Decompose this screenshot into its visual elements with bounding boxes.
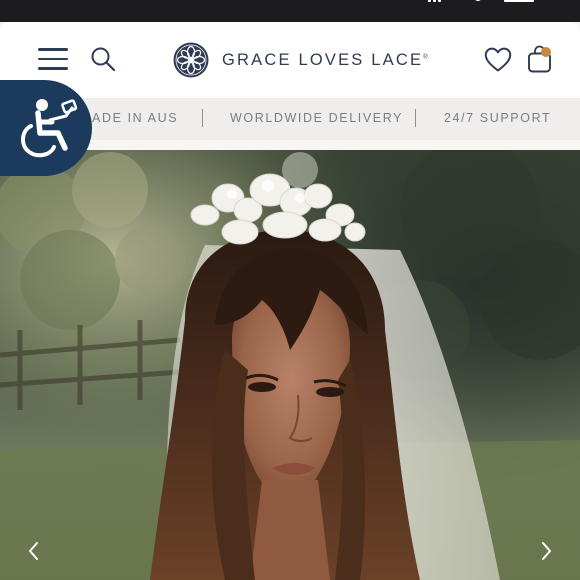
hero-image bbox=[0, 150, 580, 580]
hero-slider[interactable] bbox=[0, 150, 580, 580]
cart-button[interactable] bbox=[526, 44, 554, 74]
heart-icon bbox=[484, 47, 512, 72]
chevron-left-icon bbox=[29, 542, 38, 560]
usp-divider bbox=[202, 109, 203, 127]
accessibility-button[interactable] bbox=[0, 80, 92, 176]
usp-item-made-in-aus: MADE IN AUS bbox=[80, 111, 179, 125]
brand-logo[interactable]: GRACE LOVES LACE® bbox=[172, 40, 428, 80]
wheelchair-accessibility-icon bbox=[21, 99, 78, 158]
search-button[interactable] bbox=[90, 46, 116, 72]
brand-logo-mark-icon bbox=[173, 42, 209, 78]
slide-prev-button[interactable] bbox=[22, 536, 44, 566]
usp-divider bbox=[415, 109, 416, 127]
usp-item-worldwide-delivery: WORLDWIDE DELIVERY bbox=[230, 111, 404, 125]
status-icons bbox=[416, 0, 536, 4]
hamburger-menu-icon bbox=[38, 48, 68, 51]
status-bar bbox=[0, 0, 580, 22]
slide-next-button[interactable] bbox=[536, 536, 558, 566]
menu-button[interactable] bbox=[38, 48, 68, 70]
usp-item-support: 24/7 SUPPORT bbox=[444, 111, 552, 125]
cart-badge bbox=[541, 47, 551, 57]
search-icon bbox=[91, 47, 116, 72]
registered-mark: ® bbox=[423, 54, 428, 61]
chevron-right-icon bbox=[542, 542, 551, 560]
site-header: GRACE LOVES LACE® bbox=[0, 22, 580, 98]
mobile-screen: GRACE LOVES LACE® MADE IN AUS WORLDWIDE … bbox=[0, 0, 580, 580]
brand-name: GRACE LOVES LACE® bbox=[222, 51, 428, 69]
wishlist-button[interactable] bbox=[484, 47, 512, 73]
